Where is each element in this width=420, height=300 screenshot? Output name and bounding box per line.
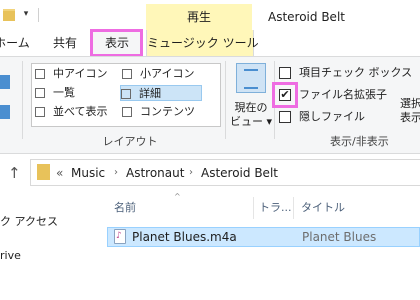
hidden-items-checkbox[interactable] <box>279 111 291 123</box>
current-view-label-line1: 現在の <box>234 101 268 114</box>
music-note-icon: ♪ <box>116 231 122 241</box>
window-title: Asteroid Belt <box>268 10 345 24</box>
column-divider[interactable] <box>253 197 254 219</box>
nav-item-drive[interactable]: rive <box>0 248 21 264</box>
tab-view[interactable]: 表示 <box>91 30 143 56</box>
ribbon-tabs: ホーム 共有 表示 ミュージック ツール <box>0 30 420 56</box>
tab-home[interactable]: ホーム <box>0 30 32 56</box>
small-icons-icon <box>122 69 132 79</box>
file-name[interactable]: Planet Blues.m4a <box>132 229 237 245</box>
ribbon-divider <box>225 61 226 139</box>
hide-selected-label-line2: 表示 <box>400 111 420 124</box>
layout-gallery: 中アイコン 小アイコン 一覧 詳細 並べて表示 コンテンツ <box>31 63 221 127</box>
current-view-label: 現在の ビュー ▾ <box>229 101 273 129</box>
column-header-title[interactable]: タイトル <box>301 201 345 215</box>
navigation-pane <box>0 190 100 300</box>
preview-pane-icon[interactable] <box>0 105 10 119</box>
ribbon: 中アイコン 小アイコン 一覧 詳細 並べて表示 コンテンツ レイアウト 現在の … <box>0 56 420 154</box>
breadcrumb-asteroid-belt[interactable]: Asteroid Belt <box>201 165 278 181</box>
ribbon-divider <box>274 61 275 139</box>
layout-content[interactable]: コンテンツ <box>122 104 212 120</box>
details-icon <box>121 89 131 99</box>
breadcrumb-overflow[interactable]: « <box>56 165 63 181</box>
tiles-icon <box>35 107 45 117</box>
folder-icon <box>37 164 50 180</box>
breadcrumb-astronaut[interactable]: Astronaut <box>126 165 184 181</box>
sort-caret-icon: ^ <box>174 192 181 201</box>
layout-small-icons[interactable]: 小アイコン <box>122 66 212 82</box>
item-checkboxes-checkbox[interactable] <box>279 67 291 79</box>
column-header-name[interactable]: 名前 <box>114 201 136 215</box>
nav-item-quick-access[interactable]: ク アクセス <box>0 214 58 230</box>
contextual-tab-header: 再生 <box>146 4 252 30</box>
hide-selected-label-line1: 選択 <box>400 97 420 110</box>
layout-group-label: レイアウト <box>102 135 158 148</box>
layout-medium-icons[interactable]: 中アイコン <box>35 66 115 82</box>
ribbon-divider <box>22 61 23 139</box>
folder-icon <box>3 9 15 21</box>
layout-details[interactable]: 詳細 <box>120 85 202 101</box>
file-extensions-checkbox[interactable]: ✔ <box>279 89 291 101</box>
tab-music-tools[interactable]: ミュージック ツール <box>146 30 259 56</box>
medium-icons-icon <box>35 69 45 79</box>
breadcrumb-separator-icon[interactable]: › <box>189 165 193 181</box>
content-icon <box>122 107 132 117</box>
layout-list[interactable]: 一覧 <box>35 85 115 101</box>
column-header-track[interactable]: トラ... <box>259 201 292 215</box>
navigation-pane-icon[interactable] <box>0 75 10 89</box>
current-view-icon-detail <box>244 69 258 89</box>
list-icon <box>35 88 45 98</box>
current-view-label-line2: ビュー ▾ <box>229 115 273 128</box>
breadcrumb-separator-icon[interactable]: › <box>114 165 118 181</box>
up-arrow-icon[interactable]: ↑ <box>8 164 21 182</box>
show-hide-group-label: 表示/非表示 <box>330 135 389 148</box>
hide-selected-button[interactable]: 選択 表示 <box>400 97 420 125</box>
file-title: Planet Blues <box>302 230 377 244</box>
layout-tiles[interactable]: 並べて表示 <box>35 104 115 120</box>
quick-access-dropdown-icon[interactable]: ▾ <box>20 8 32 20</box>
breadcrumb-music[interactable]: Music <box>71 165 105 181</box>
tab-share[interactable]: 共有 <box>50 30 80 56</box>
toolbar-divider <box>38 8 39 22</box>
column-divider[interactable] <box>293 197 294 219</box>
